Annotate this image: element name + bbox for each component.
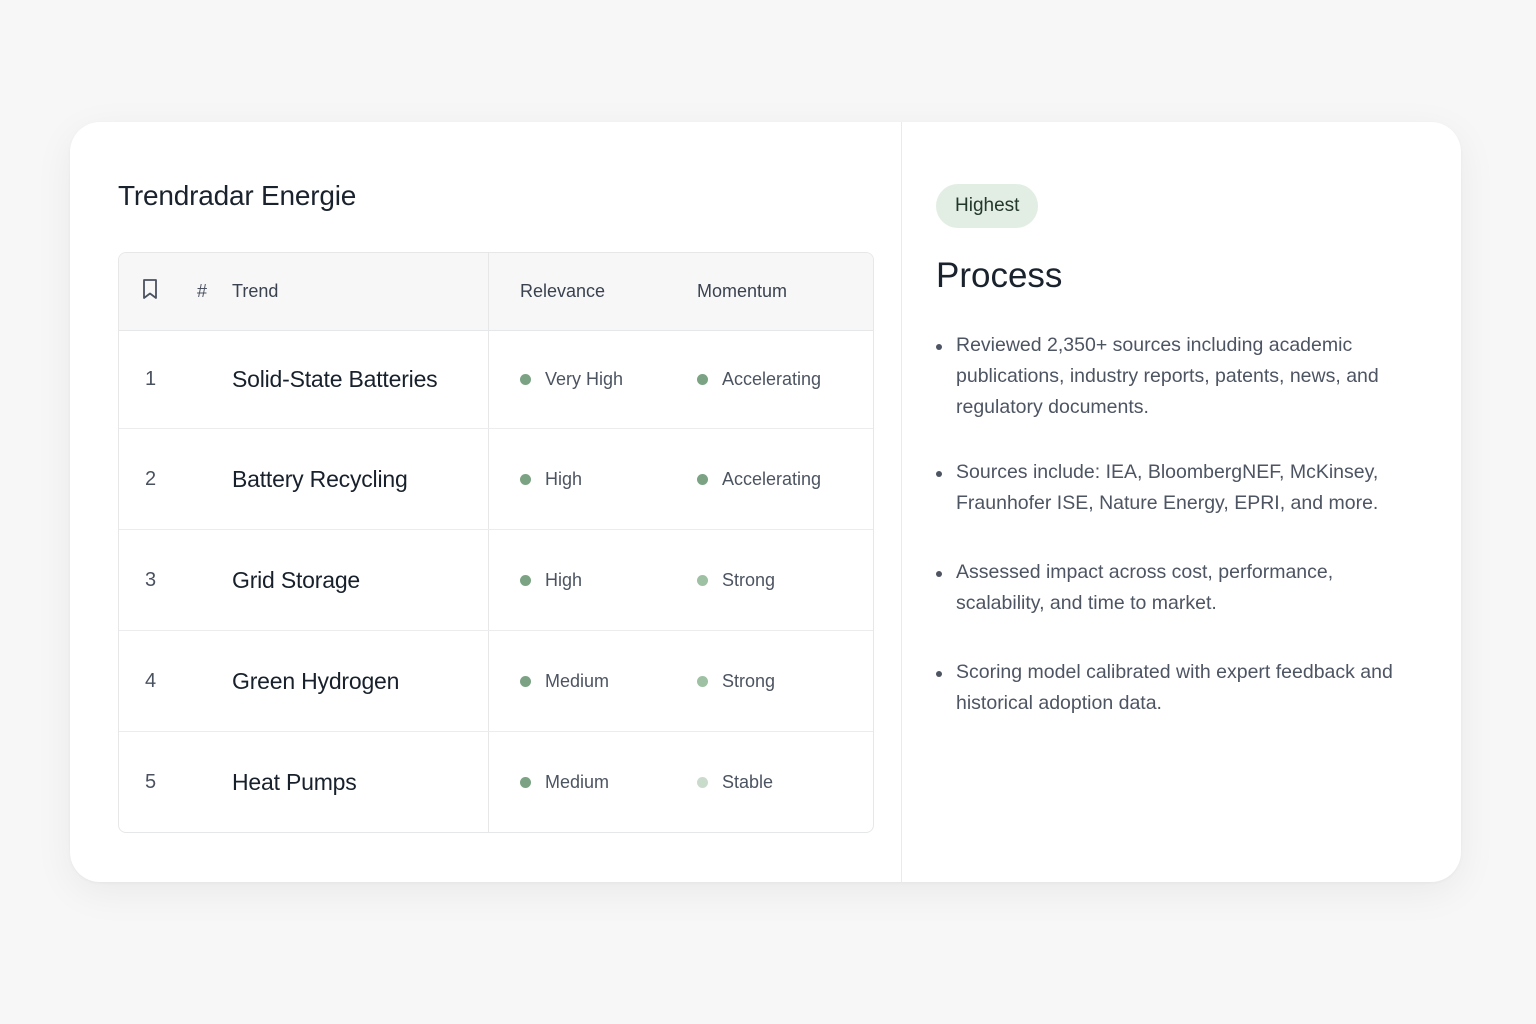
momentum-dot-icon (697, 574, 708, 586)
relevance-dot-icon (520, 473, 531, 485)
momentum-label: Accelerating (722, 468, 822, 489)
header-relevance[interactable]: Relevance (520, 281, 605, 302)
trend-card: Trendradar Energie # Trend Relevance Mom… (70, 122, 1461, 882)
header-number[interactable]: # (197, 281, 207, 302)
row-trend: Grid Storage (232, 566, 360, 593)
column-divider (488, 631, 489, 731)
relevance-label: High (545, 569, 583, 590)
row-rank: 5 (145, 770, 157, 793)
process-bullet: Sources include: IEA, BloombergNEF, McKi… (936, 457, 1426, 519)
relevance-label: Very High (545, 369, 624, 389)
table-row[interactable]: 2 Battery Recycling High Accelerating (119, 429, 873, 530)
row-rank: 1 (145, 368, 157, 390)
row-relevance: Medium (520, 772, 609, 793)
column-divider (488, 732, 489, 832)
table-row[interactable]: 4 Green Hydrogen Medium Strong (119, 631, 873, 732)
row-trend: Heat Pumps (232, 768, 357, 795)
row-trend: Green Hydrogen (232, 667, 400, 694)
priority-badge: Highest (936, 184, 1039, 228)
row-relevance: Very High (520, 369, 623, 390)
momentum-label: Strong (722, 670, 776, 691)
bookmark-icon[interactable] (139, 277, 161, 306)
process-bullet: Assessed impact across cost, performance… (936, 557, 1426, 619)
row-relevance: Medium (520, 671, 609, 692)
relevance-label: Medium (545, 771, 610, 792)
column-divider (488, 530, 489, 630)
column-divider (488, 253, 489, 330)
row-trend: Battery Recycling (232, 465, 408, 492)
header-trend[interactable]: Trend (232, 281, 278, 302)
column-divider (488, 331, 489, 428)
momentum-dot-icon (697, 675, 708, 687)
table-row[interactable]: 1 Solid-State Batteries Very High Accelerat… (119, 331, 873, 429)
row-rank: 3 (145, 568, 157, 591)
momentum-dot-icon (697, 473, 708, 485)
trend-table: # Trend Relevance Momentum 1 Solid-State … (118, 252, 874, 833)
row-momentum: Accelerating (697, 469, 821, 490)
row-rank: 4 (145, 669, 157, 692)
process-panel: Highest Process Reviewed 2,350+ sources … (902, 122, 1461, 882)
row-momentum: Accelerating (697, 369, 821, 390)
relevance-label: Medium (545, 670, 610, 691)
table-row[interactable]: 5 Heat Pumps Medium Stable (119, 732, 873, 832)
row-momentum: Strong (697, 570, 775, 591)
relevance-dot-icon (520, 374, 531, 385)
relevance-label: High (545, 468, 583, 489)
process-bullet: Reviewed 2,350+ sources including academ… (936, 330, 1426, 423)
momentum-label: Strong (722, 569, 776, 590)
row-momentum: Strong (697, 671, 775, 692)
process-title: Process (936, 256, 1063, 295)
header-momentum[interactable]: Momentum (697, 281, 787, 302)
row-trend: Solid-State Batteries (232, 366, 438, 392)
momentum-label: Stable (722, 771, 774, 792)
table-row[interactable]: 3 Grid Storage High Strong (119, 530, 873, 631)
row-rank: 2 (145, 467, 157, 490)
momentum-dot-icon (697, 776, 708, 788)
relevance-dot-icon (520, 776, 531, 788)
relevance-dot-icon (520, 675, 531, 687)
momentum-dot-icon (697, 374, 708, 385)
momentum-label: Accelerating (722, 369, 822, 389)
relevance-dot-icon (520, 574, 531, 586)
process-bullet: Scoring model calibrated with expert fee… (936, 657, 1426, 719)
column-divider (488, 429, 489, 529)
table-header: # Trend Relevance Momentum (119, 253, 873, 331)
panel-title: Trendradar Energie (118, 180, 357, 211)
row-relevance: High (520, 570, 582, 591)
trend-panel: Trendradar Energie # Trend Relevance Mom… (70, 122, 902, 882)
process-list: Reviewed 2,350+ sources including academ… (936, 330, 1426, 719)
row-relevance: High (520, 469, 582, 490)
row-momentum: Stable (697, 772, 773, 793)
